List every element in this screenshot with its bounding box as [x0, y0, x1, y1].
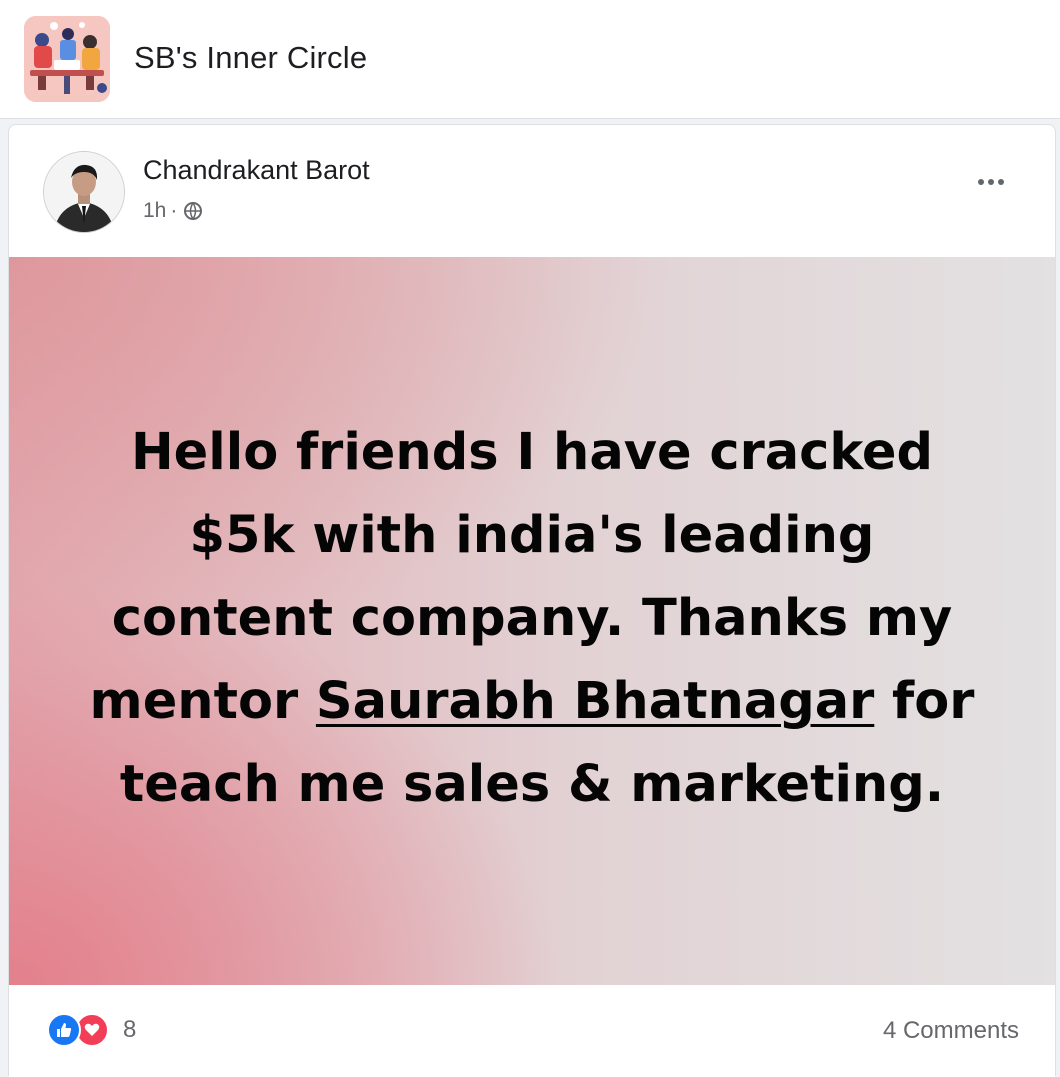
- post-text-banner: Hello friends I have cracked $5k with in…: [9, 257, 1055, 985]
- banner-line-4: mentor Saurabh Bhatnagar for: [72, 660, 992, 743]
- more-options-icon[interactable]: [969, 167, 1013, 197]
- author-name[interactable]: Chandrakant Barot: [143, 155, 370, 186]
- like-icon: [47, 1013, 81, 1047]
- more-dot: [978, 179, 984, 185]
- group-cover-illustration-icon: [24, 16, 110, 102]
- reaction-count: 8: [123, 1016, 137, 1043]
- author-avatar[interactable]: [43, 151, 125, 233]
- group-name[interactable]: SB's Inner Circle: [134, 40, 367, 76]
- comments-count-link[interactable]: 4 Comments: [883, 1017, 1019, 1045]
- more-dot: [988, 179, 994, 185]
- globe-icon: [183, 201, 203, 221]
- banner-line-5: teach me sales & marketing.: [119, 754, 945, 814]
- mention-link[interactable]: Saurabh Bhatnagar: [316, 672, 874, 731]
- meta-separator: ·: [170, 199, 178, 222]
- post-footer: 8 4 Comments: [9, 985, 1055, 1077]
- post-meta: 1h ·: [143, 199, 203, 223]
- banner-line-1: Hello friends I have cracked: [130, 422, 934, 482]
- post-time[interactable]: 1h: [143, 199, 166, 223]
- group-header: SB's Inner Circle: [0, 0, 1060, 119]
- post-card: Chandrakant Barot 1h · Hello friends I h…: [8, 124, 1056, 1077]
- reactions-summary[interactable]: 8: [47, 1013, 136, 1047]
- banner-line-4-suffix: for: [874, 671, 975, 731]
- banner-line-4-prefix: mentor: [89, 671, 316, 731]
- author-photo-icon: [44, 152, 124, 232]
- more-dot: [998, 179, 1004, 185]
- banner-line-3: content company. Thanks my: [111, 588, 953, 648]
- banner-line-2: $5k with india's leading: [189, 505, 875, 565]
- group-cover-thumbnail[interactable]: [24, 16, 110, 102]
- banner-text: Hello friends I have cracked $5k with in…: [72, 411, 992, 826]
